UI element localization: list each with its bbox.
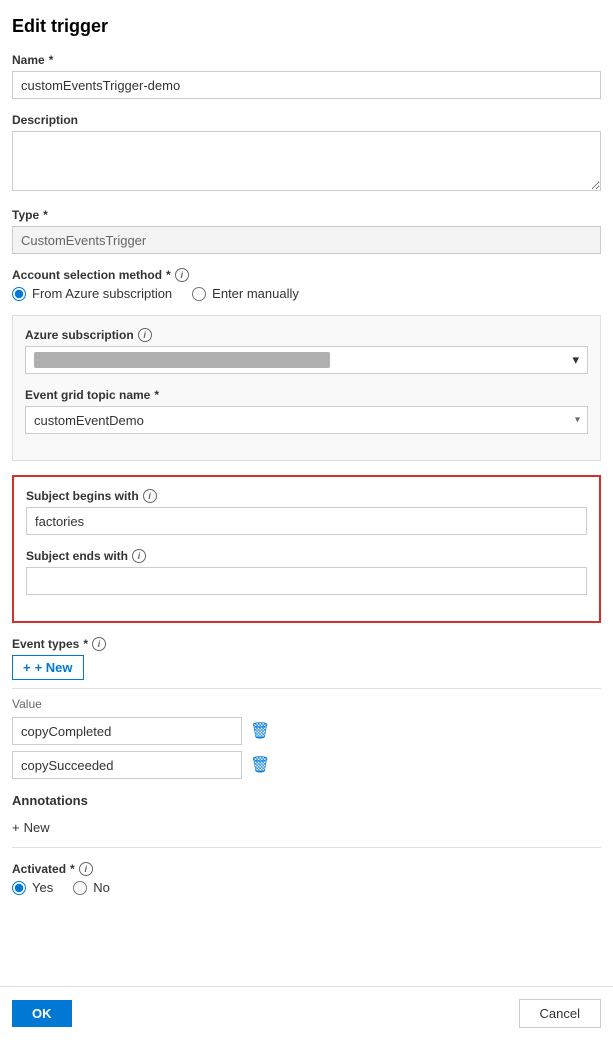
subject-ends-field-group: Subject ends with i <box>26 549 587 595</box>
subject-ends-input[interactable] <box>26 567 587 595</box>
subject-section: Subject begins with i Subject ends with … <box>12 475 601 623</box>
subject-ends-label: Subject ends with i <box>26 549 587 563</box>
event-grid-topic-label: Event grid topic name * <box>25 388 588 402</box>
annotations-new-button[interactable]: + New <box>12 816 50 839</box>
subscription-placeholder <box>34 352 330 368</box>
value-column-label: Value <box>12 697 601 711</box>
activated-section: Activated * i Yes No <box>12 862 601 895</box>
enter-manually-radio[interactable] <box>192 287 206 301</box>
annotations-new-label: New <box>24 820 50 835</box>
azure-subscription-select[interactable]: ▾ <box>25 346 588 374</box>
activated-info-icon[interactable]: i <box>79 862 93 876</box>
plus-icon: + <box>23 660 31 675</box>
event-grid-topic-select-wrapper: customEventDemo ▾ <box>25 406 588 434</box>
event-types-label: Event types * i <box>12 637 601 651</box>
account-selection-radio-group: From Azure subscription Enter manually <box>12 286 601 301</box>
subject-ends-info-icon[interactable]: i <box>132 549 146 563</box>
description-input[interactable] <box>12 131 601 191</box>
delete-event-type-1-icon[interactable]: 🗑 <box>250 721 270 741</box>
table-row: 🗑 <box>12 717 601 745</box>
activated-label: Activated * i <box>12 862 601 876</box>
event-types-info-icon[interactable]: i <box>92 637 106 651</box>
activated-no-radio[interactable] <box>73 881 87 895</box>
azure-subscription-radio-option[interactable]: From Azure subscription <box>12 286 172 301</box>
azure-subscription-field-group: Azure subscription i ▾ <box>25 328 588 374</box>
azure-subscription-radio[interactable] <box>12 287 26 301</box>
description-label: Description <box>12 113 601 127</box>
description-field-group: Description <box>12 113 601 194</box>
footer: OK Cancel <box>0 986 613 1040</box>
type-input <box>12 226 601 254</box>
event-types-values-section: Value 🗑 🗑 <box>12 697 601 779</box>
activated-yes-radio[interactable] <box>12 881 26 895</box>
event-types-divider <box>12 688 601 689</box>
subject-begins-input[interactable] <box>26 507 587 535</box>
subject-begins-label: Subject begins with i <box>26 489 587 503</box>
annotations-divider <box>12 847 601 848</box>
name-input[interactable] <box>12 71 601 99</box>
event-type-value-1[interactable] <box>12 717 242 745</box>
enter-manually-radio-option[interactable]: Enter manually <box>192 286 299 301</box>
event-type-value-2[interactable] <box>12 751 242 779</box>
new-button-label: + New <box>35 660 73 675</box>
page-title: Edit trigger <box>12 16 601 37</box>
event-grid-topic-select[interactable]: customEventDemo <box>25 406 588 434</box>
account-selection-label: Account selection method * i <box>12 268 601 282</box>
azure-subscription-chevron: ▾ <box>572 352 579 368</box>
activated-yes-option[interactable]: Yes <box>12 880 53 895</box>
annotations-plus-icon: + <box>12 820 20 835</box>
account-selection-field-group: Account selection method * i From Azure … <box>12 268 601 301</box>
annotations-section: Annotations + New <box>12 793 601 848</box>
type-field-group: Type * <box>12 208 601 254</box>
delete-event-type-2-icon[interactable]: 🗑 <box>250 755 270 775</box>
cancel-button[interactable]: Cancel <box>519 999 601 1028</box>
activated-no-option[interactable]: No <box>73 880 110 895</box>
table-row: 🗑 <box>12 751 601 779</box>
account-selection-info-icon[interactable]: i <box>175 268 189 282</box>
azure-section: Azure subscription i ▾ Event grid topic … <box>12 315 601 461</box>
type-label: Type * <box>12 208 601 222</box>
subject-begins-field-group: Subject begins with i <box>26 489 587 535</box>
azure-subscription-info-icon[interactable]: i <box>138 328 152 342</box>
subject-begins-info-icon[interactable]: i <box>143 489 157 503</box>
event-types-section: Event types * i + + New Value 🗑 🗑 <box>12 637 601 779</box>
event-grid-topic-field-group: Event grid topic name * customEventDemo … <box>25 388 588 434</box>
ok-button[interactable]: OK <box>12 1000 72 1027</box>
event-types-new-button[interactable]: + + New <box>12 655 84 680</box>
name-field-group: Name * <box>12 53 601 99</box>
activated-radio-group: Yes No <box>12 880 601 895</box>
annotations-title: Annotations <box>12 793 601 808</box>
azure-subscription-label: Azure subscription i <box>25 328 588 342</box>
name-label: Name * <box>12 53 601 67</box>
